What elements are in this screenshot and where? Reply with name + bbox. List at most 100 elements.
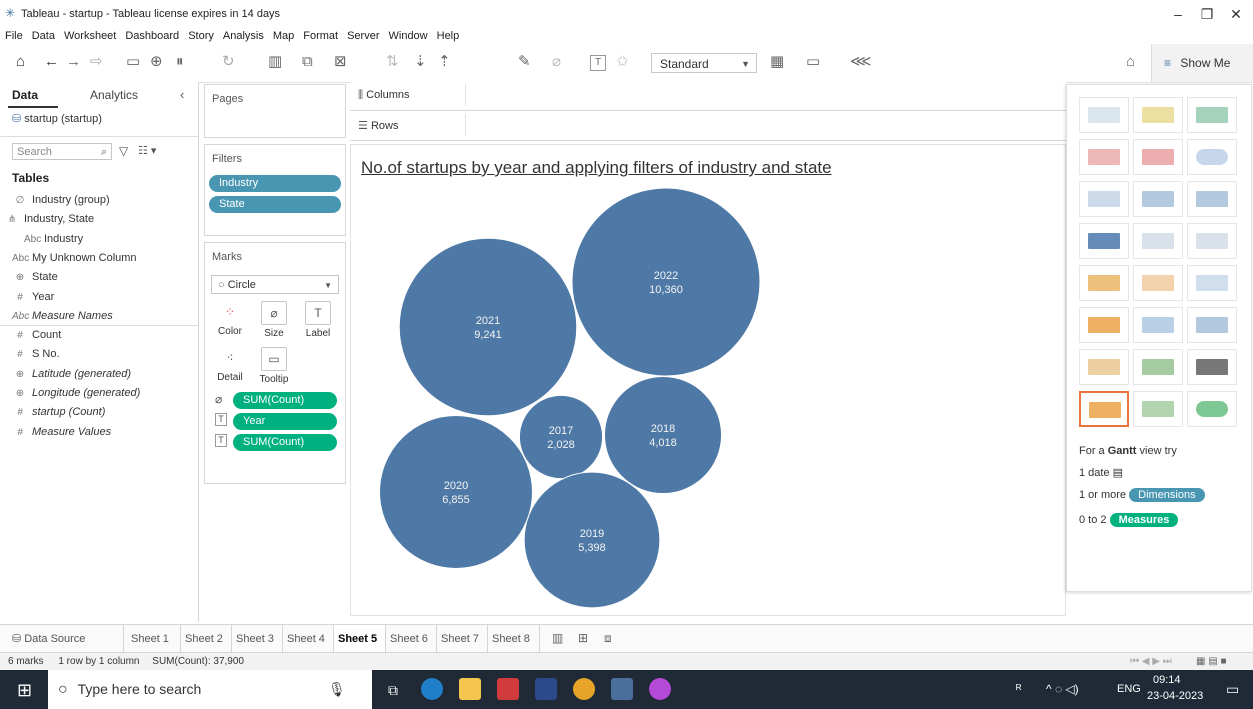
sheet-tab-6[interactable]: Sheet 6 (386, 625, 437, 653)
undo-icon[interactable]: ← (44, 53, 59, 71)
show-me-side-by-side-bars[interactable] (1187, 181, 1237, 217)
field-item[interactable]: # Measure Values (12, 426, 111, 438)
group-icon[interactable]: ⌀ (552, 53, 561, 71)
show-me-side-by-side-circles[interactable] (1187, 223, 1237, 259)
marks-pill-label[interactable]: SUM(Count) (233, 434, 337, 451)
app-droplet-icon[interactable] (649, 678, 671, 700)
sheet-tab-1[interactable]: Sheet 1 (127, 625, 181, 653)
pages-card[interactable]: Pages (204, 84, 346, 138)
rows-shelf[interactable]: ☰ Rows (350, 112, 1066, 141)
microphone-icon[interactable]: 🎙 (328, 670, 346, 709)
chrome-icon[interactable] (573, 678, 595, 700)
show-me-scatter-plot[interactable] (1079, 349, 1129, 385)
new-worksheet-icon[interactable]: ▥ (268, 53, 282, 71)
sheet-tab-4[interactable]: Sheet 4 (283, 625, 334, 653)
filter-icon[interactable]: ▽ (119, 144, 128, 158)
show-me-symbol-map[interactable] (1079, 139, 1129, 175)
show-me-stacked-bars[interactable] (1133, 181, 1183, 217)
swap-icon[interactable]: ⇅ (386, 53, 399, 71)
bubble-2017[interactable] (518, 394, 604, 480)
menu-item-analysis[interactable]: Analysis (223, 30, 264, 42)
new-dashboard-icon[interactable]: ⊞ (578, 631, 588, 645)
share-icon[interactable]: ⋘ (850, 53, 871, 71)
clock-time[interactable]: 09:14 (1153, 674, 1181, 686)
show-me-dual-lines[interactable] (1187, 265, 1237, 301)
show-me-heat-map[interactable] (1133, 97, 1183, 133)
marks-label-button[interactable]: T Label (299, 301, 337, 345)
sheet-tab-8[interactable]: Sheet 8 (488, 625, 540, 653)
sheet-nav-icon[interactable]: ⏮ ◀ ▶ ⏭ (1130, 653, 1172, 671)
show-me-area-discrete[interactable] (1133, 307, 1183, 343)
fit-select[interactable]: Standard ▼ (651, 53, 757, 73)
rows-drop-zone[interactable] (465, 114, 1066, 136)
show-me-button[interactable]: ≡ Show Me (1151, 44, 1253, 82)
refresh-icon[interactable]: ↻ (222, 53, 235, 71)
show-me-dual-combination[interactable] (1187, 307, 1237, 343)
bubble-2021[interactable] (398, 237, 578, 417)
field-item[interactable]: ⊕ Longitude (generated) (12, 387, 140, 399)
show-me-packed-bubbles[interactable] (1187, 391, 1237, 427)
show-me-lines-discrete[interactable] (1133, 265, 1183, 301)
windows-start-icon[interactable]: ⊞ (17, 680, 32, 701)
clock-date[interactable]: 23-04-2023 (1147, 690, 1203, 702)
menu-item-dashboard[interactable]: Dashboard (125, 30, 179, 42)
sheet-tab-7[interactable]: Sheet 7 (437, 625, 488, 653)
sheet-tab-3[interactable]: Sheet 3 (232, 625, 283, 653)
field-item[interactable]: Abc Measure Names (12, 310, 113, 322)
maximize-button[interactable]: ❐ (1192, 4, 1222, 24)
notification-icon[interactable]: ▭ (1226, 681, 1239, 698)
file-explorer-icon[interactable] (459, 678, 481, 700)
view-options-icon[interactable]: ☷ ▾ (138, 144, 156, 157)
tab-data-source[interactable]: ⛁ Data Source (0, 625, 124, 653)
show-me-box-and-whisker[interactable] (1187, 349, 1237, 385)
bubble-2020[interactable] (379, 415, 533, 569)
field-item[interactable]: # startup (Count) (12, 406, 105, 418)
bubble-chart[interactable]: 2017 2,028 2018 4,018 2019 5,398 2020 6,855 2021… (350, 180, 1066, 616)
menu-item-server[interactable]: Server (347, 30, 379, 42)
sort-asc-icon[interactable]: ⇣ (414, 53, 427, 71)
home-icon[interactable]: ⌂ (16, 53, 25, 71)
presentation-icon[interactable]: ▭ (806, 53, 820, 71)
field-item[interactable]: ⊕ State (12, 271, 58, 283)
marks-size-button[interactable]: ⌀ Size (255, 301, 293, 345)
show-me-pie-chart[interactable] (1187, 139, 1237, 175)
marks-detail-button[interactable]: ⁖ Detail (211, 347, 249, 391)
pin-icon[interactable]: ✩ (616, 53, 629, 71)
datasource-item[interactable]: ⛁ startup (startup) (12, 112, 102, 125)
menu-item-format[interactable]: Format (303, 30, 338, 42)
field-item[interactable]: ∅ Industry (group) (12, 194, 110, 206)
show-me-area-continuous[interactable] (1079, 307, 1129, 343)
redo-icon[interactable]: → (66, 53, 81, 71)
menu-item-help[interactable]: Help (437, 30, 460, 42)
menu-item-data[interactable]: Data (32, 30, 55, 42)
columns-drop-zone[interactable] (465, 84, 1066, 106)
cards-icon[interactable]: ▦ (770, 53, 784, 71)
show-me-circle-views[interactable] (1133, 223, 1183, 259)
show-me-filled-map[interactable] (1133, 139, 1183, 175)
filter-pill-industry[interactable]: Industry (209, 175, 341, 192)
new-story-icon[interactable]: ⧈ (604, 631, 612, 646)
minimize-button[interactable]: – (1163, 4, 1193, 24)
marks-pill-year[interactable]: Year (233, 413, 337, 430)
sheet-tab-2[interactable]: Sheet 2 (181, 625, 232, 653)
close-button[interactable]: ✕ (1221, 4, 1251, 24)
taskbar-search[interactable]: ○ Type here to search 🎙 (48, 670, 372, 709)
pause-updates-icon[interactable]: ⏸ (176, 53, 184, 71)
replay-icon[interactable]: ⇨ (90, 53, 103, 71)
menu-item-map[interactable]: Map (273, 30, 294, 42)
menu-item-worksheet[interactable]: Worksheet (64, 30, 116, 42)
save-icon[interactable]: ▭ (126, 53, 140, 71)
menu-item-file[interactable]: File (5, 30, 23, 42)
sort-desc-icon[interactable]: ⇡ (438, 53, 451, 71)
field-item[interactable]: # Year (12, 291, 54, 303)
marks-color-button[interactable]: ⁘ Color (211, 301, 249, 345)
clear-sheet-icon[interactable]: ⊠ (334, 53, 347, 71)
search-input[interactable]: Search ⌕ (12, 143, 112, 160)
collapse-icon[interactable]: ‹ (180, 87, 184, 102)
show-me-highlight-table[interactable] (1187, 97, 1237, 133)
columns-shelf[interactable]: ⫼ Columns (350, 82, 1066, 111)
device-preview-icon[interactable]: ⌂ (1126, 53, 1135, 71)
tray-icons[interactable]: ^ ◌ ◁) (1046, 682, 1079, 696)
bubble-2022[interactable] (571, 187, 761, 377)
bubble-2019[interactable] (523, 471, 661, 609)
